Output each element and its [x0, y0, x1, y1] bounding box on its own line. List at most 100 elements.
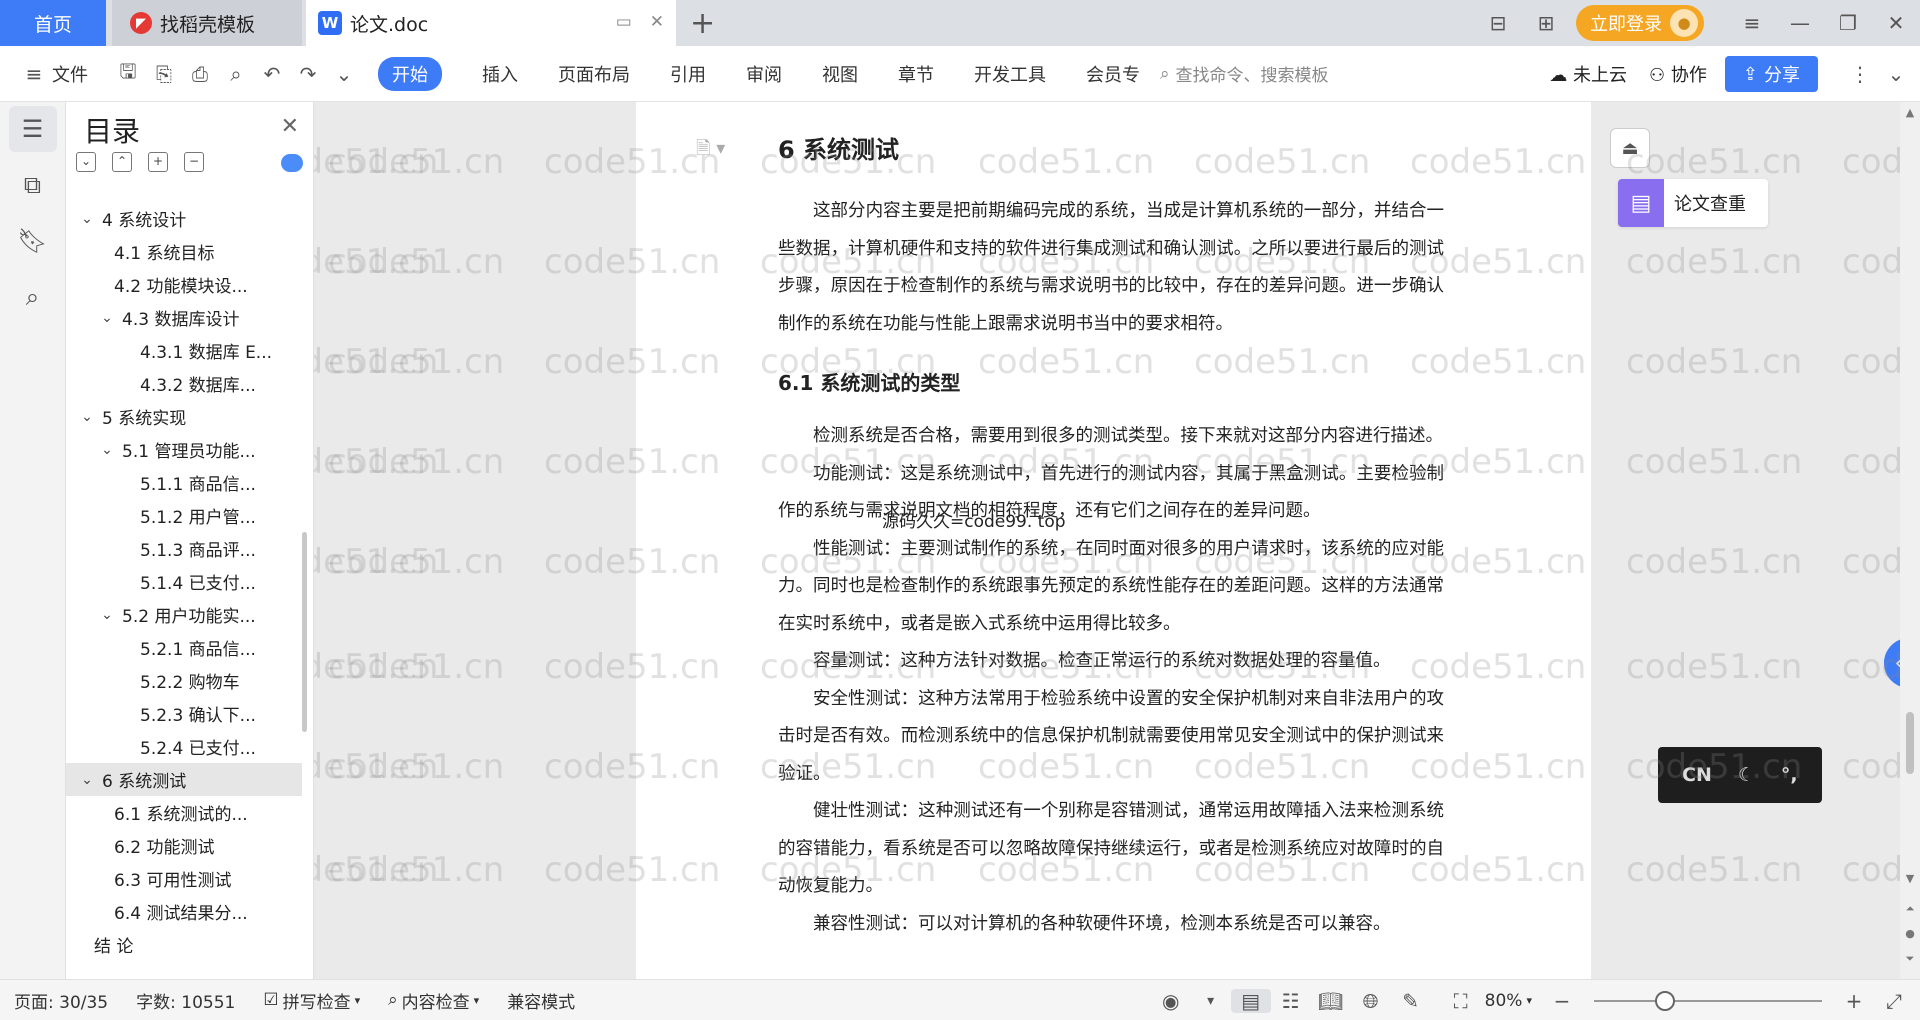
menu-home[interactable]: 开始 — [378, 56, 442, 91]
eye-protection-icon[interactable]: ◉ — [1151, 989, 1191, 1013]
chevron-down-icon[interactable]: ⌄ — [76, 772, 98, 788]
zoom-slider-knob[interactable] — [1655, 990, 1675, 1011]
toc-item[interactable]: 6.2 功能测试 — [66, 829, 302, 862]
vertical-scrollbar[interactable]: ▲ ▼ ⏶ ● ⏷ — [1900, 102, 1920, 979]
document-page[interactable]: 🗎︎ ▾ 6 系统测试 这部分内容主要是把前期编码完成的系统，当成是计算机系统的… — [636, 102, 1591, 979]
menu-member[interactable]: 会员专 — [1086, 61, 1140, 87]
toc-item[interactable]: ⌄ 5.2 用户功能实... — [66, 598, 302, 631]
ime-toolbar[interactable]: CN ☾ °, — [1658, 747, 1822, 803]
chevron-down-icon[interactable]: ⌄ — [96, 607, 118, 623]
pin-window-icon[interactable]: ▭ — [616, 12, 632, 32]
cloud-status[interactable]: ☁ 未上云 — [1549, 61, 1627, 87]
toc-item[interactable]: 4.3.2 数据库... — [66, 367, 302, 400]
close-icon[interactable]: ✕ — [281, 114, 299, 139]
collaborate-button[interactable]: ⚇ 协作 — [1649, 61, 1707, 87]
scroll-thumb[interactable] — [1906, 712, 1914, 774]
toc-scrollbar[interactable] — [302, 532, 307, 732]
remove-item-icon[interactable]: − — [184, 152, 204, 172]
apps-grid-icon[interactable]: ⊞ — [1522, 11, 1570, 35]
fit-page-icon[interactable]: ⛶ — [1441, 989, 1481, 1013]
menu-page-layout[interactable]: 页面布局 — [558, 61, 630, 87]
minimize-icon[interactable]: — — [1776, 11, 1824, 35]
page-indicator[interactable]: 页面: 30/35 — [14, 988, 108, 1013]
login-button[interactable]: 立即登录 ● — [1576, 5, 1704, 41]
chevron-down-icon[interactable]: ▾ — [1526, 994, 1532, 1007]
punctuation-icon[interactable]: °, — [1781, 764, 1798, 786]
word-count[interactable]: 字数: 10551 — [136, 988, 235, 1013]
scroll-up-icon[interactable]: ▲ — [1900, 106, 1920, 119]
page-view-icon[interactable]: ▤ — [1230, 988, 1271, 1013]
toc-item[interactable]: 5.2.1 商品信... — [66, 631, 302, 664]
customize-chevron-icon[interactable]: ⌄ — [326, 62, 362, 86]
chevron-down-icon[interactable]: ⌄ — [96, 442, 118, 458]
collapse-ribbon-icon[interactable]: ⌄ — [1878, 62, 1914, 86]
toc-item[interactable]: 6.3 可用性测试 — [66, 862, 302, 895]
tab-templates[interactable]: ◤ 找稻壳模板 — [112, 0, 302, 46]
plagiarism-check-button[interactable]: ▤ 论文查重 — [1618, 179, 1768, 227]
ai-assist-icon[interactable] — [281, 154, 303, 172]
fullscreen-icon[interactable]: ⤢ — [1874, 989, 1914, 1013]
toc-item[interactable]: 5.2.2 购物车 — [66, 664, 302, 697]
toc-item[interactable]: ⌄ 5 系统实现 — [66, 400, 302, 433]
expand-all-icon[interactable]: ⌄ — [76, 152, 96, 172]
content-check[interactable]: ⌕ 内容检查 ▾ — [388, 988, 479, 1013]
outline-view-icon[interactable]: ☷ — [1271, 989, 1311, 1013]
menu-references[interactable]: 引用 — [670, 61, 706, 87]
zoom-in-icon[interactable]: + — [1834, 989, 1874, 1013]
moon-icon[interactable]: ☾ — [1738, 764, 1755, 786]
menu-view[interactable]: 视图 — [822, 61, 858, 87]
toc-item[interactable]: 6.1 系统测试的... — [66, 796, 302, 829]
toc-item[interactable]: ⌄ 6 系统测试 — [66, 763, 302, 796]
toc-item[interactable]: 6.4 测试结果分... — [66, 895, 302, 928]
toc-item[interactable]: 5.1.4 已支付... — [66, 565, 302, 598]
write-mode-icon[interactable]: ✎ — [1391, 989, 1431, 1013]
toc-item[interactable]: 5.2.3 确认下... — [66, 697, 302, 730]
hamburger-icon[interactable]: ≡ — [16, 62, 52, 86]
share-button[interactable]: ⇪ 分享 — [1724, 56, 1818, 92]
toc-item[interactable]: 4.3.1 数据库 E... — [66, 334, 302, 367]
toc-item[interactable]: 5.1.2 用户管... — [66, 499, 302, 532]
close-window-icon[interactable]: ✕ — [1872, 11, 1920, 35]
layout-icon[interactable]: ⊟ — [1474, 11, 1522, 35]
scroll-down-icon[interactable]: ▼ — [1900, 872, 1920, 885]
next-page-icon[interactable]: ⏷ — [1900, 952, 1920, 966]
more-icon[interactable]: ⋮ — [1842, 62, 1878, 86]
focus-mode-icon[interactable]: ▾ — [1191, 993, 1231, 1009]
export-pdf-icon[interactable]: ⎘ — [146, 62, 182, 86]
document-body[interactable]: 6 系统测试 这部分内容主要是把前期编码完成的系统，当成是计算机系统的一部分，并… — [778, 130, 1444, 943]
find-icon[interactable]: ⌕ — [9, 274, 57, 320]
toc-item[interactable]: 4.1 系统目标 — [66, 235, 302, 268]
zoom-level[interactable]: 80% — [1485, 991, 1523, 1011]
file-menu[interactable]: 文件 — [52, 61, 88, 87]
toc-item[interactable]: ⌄ 4.3 数据库设计 — [66, 301, 302, 334]
menu-section[interactable]: 章节 — [898, 61, 934, 87]
close-tab-icon[interactable]: ✕ — [650, 12, 664, 32]
toc-item[interactable]: ⌄ 5.1 管理员功能... — [66, 433, 302, 466]
toc-panel-icon[interactable]: ☰ — [8, 106, 57, 152]
add-item-icon[interactable]: + — [148, 152, 168, 172]
redo-icon[interactable]: ↷ — [290, 62, 326, 86]
toc-item[interactable]: ⌄ 4 系统设计 — [66, 202, 302, 235]
toc-item[interactable]: 5.2.4 已支付... — [66, 730, 302, 763]
print-icon[interactable]: ⎙ — [182, 62, 218, 86]
toc-item[interactable]: 4.2 功能模块设... — [66, 268, 302, 301]
bookmark-icon[interactable]: 🔖︎ — [9, 218, 57, 264]
nav-panel-icon[interactable]: ⧉ — [9, 162, 57, 208]
tab-document[interactable]: W 论文.doc ▭ ✕ — [306, 0, 676, 46]
collapse-all-icon[interactable]: ⌃ — [112, 152, 132, 172]
undo-icon[interactable]: ↶ — [254, 62, 290, 86]
tab-home[interactable]: 首页 — [0, 0, 106, 46]
restore-icon[interactable]: ❐ — [1824, 11, 1872, 35]
web-view-icon[interactable]: 🌐︎ — [1351, 989, 1391, 1013]
spell-check[interactable]: ☑ 拼写检查 ▾ — [263, 988, 360, 1013]
menu-review[interactable]: 审阅 — [746, 61, 782, 87]
chevron-down-icon[interactable]: ⌄ — [76, 211, 98, 227]
ime-language[interactable]: CN — [1682, 764, 1712, 786]
toc-item[interactable]: 结 论 — [66, 928, 302, 961]
collapse-panel-button[interactable]: ⏏ — [1610, 128, 1650, 168]
chevron-down-icon[interactable]: ⌄ — [96, 310, 118, 326]
menu-icon[interactable]: ≡ — [1728, 11, 1776, 35]
chevron-down-icon[interactable]: ⌄ — [76, 409, 98, 425]
toc-item[interactable]: 5.1.3 商品评... — [66, 532, 302, 565]
menu-developer[interactable]: 开发工具 — [974, 61, 1046, 87]
